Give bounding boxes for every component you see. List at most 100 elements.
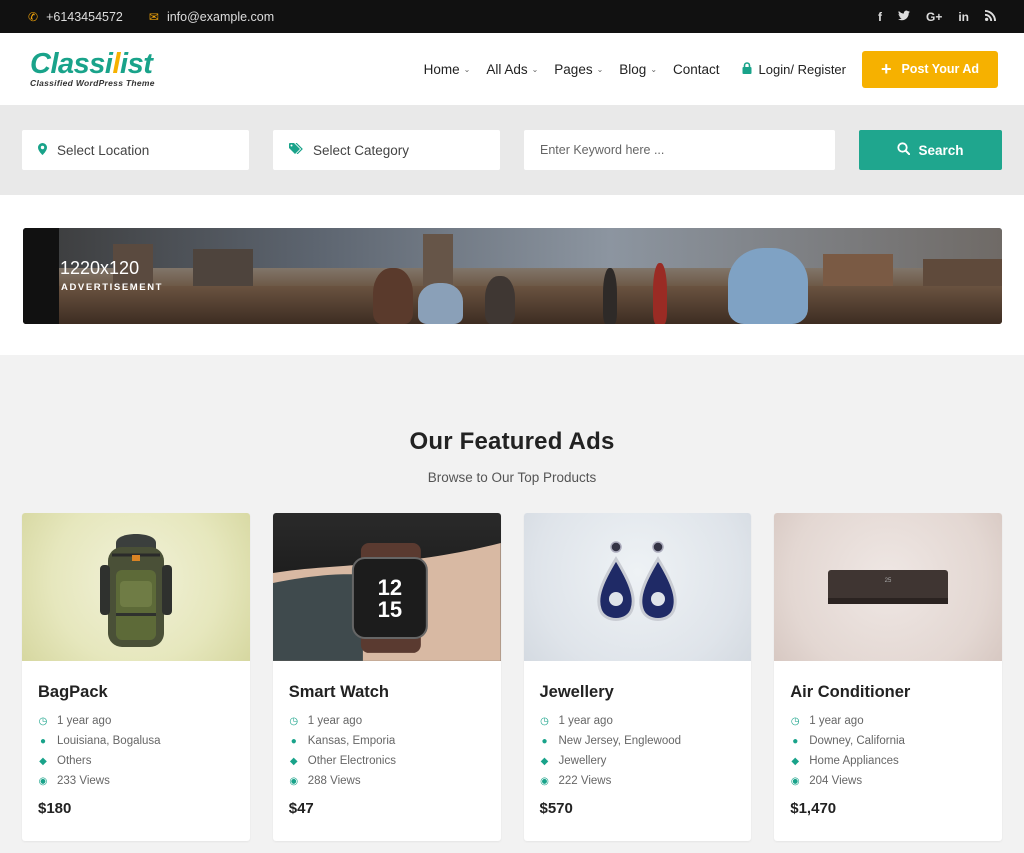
featured-cards: BagPack ◷ 1 year ago ● Louisiana, Bogalusa… (0, 485, 1024, 841)
ad-time-text: 1 year ago (558, 715, 613, 727)
ad-title[interactable]: Smart Watch (289, 683, 485, 702)
chevron-down-icon: ⌄ (463, 64, 471, 74)
ad-card[interactable]: 25 Air Conditioner ◷ 1 year ago ● Downey, … (774, 513, 1002, 841)
email-address: info@example.com (166, 9, 275, 24)
ad-views: ◉ 222 Views (540, 774, 736, 788)
tags-icon (289, 142, 303, 157)
ad-time: ◷ 1 year ago (790, 714, 986, 728)
chevron-down-icon: ⌄ (596, 64, 604, 74)
keyword-input[interactable] (540, 143, 819, 157)
banner-person (728, 248, 808, 324)
ad-image-jewellery[interactable] (523, 513, 752, 661)
site-logo[interactable]: Classilist Classified WordPress Theme (30, 48, 155, 89)
banner-person (485, 276, 515, 324)
clock-icon: ◷ (540, 715, 549, 727)
svg-text:25: 25 (885, 578, 892, 584)
banner-person (653, 263, 667, 324)
advertisement-banner[interactable]: 1220x120 ADVERTISEMENT (23, 228, 1002, 324)
tag-icon: ◆ (39, 755, 47, 767)
login-register-link[interactable]: Login/ Register (742, 62, 846, 77)
chevron-down-icon: ⌄ (531, 64, 539, 74)
featured-subtitle: Browse to Our Top Products (427, 470, 597, 485)
main-nav: Home ⌄ All Ads ⌄ Pages ⌄ Blog ⌄ Contact Logi… (416, 50, 998, 88)
eye-icon: ◉ (289, 775, 299, 787)
nav-contact[interactable]: Contact (665, 62, 728, 77)
location-select-label: Select Location (57, 142, 150, 158)
ad-title[interactable]: Air Conditioner (790, 683, 986, 702)
email-contact[interactable]: ✉ info@example.com (149, 10, 274, 24)
ad-price: $1,470 (790, 800, 837, 817)
ad-price: $180 (38, 800, 72, 817)
air-conditioner-icon: 25 (828, 570, 949, 604)
ad-category[interactable]: ◆ Jewellery (540, 754, 736, 768)
search-button[interactable]: Search (859, 130, 1002, 170)
ad-time: ◷ 1 year ago (540, 714, 736, 728)
ad-category[interactable]: ◆ Others (38, 754, 234, 768)
ad-time: ◷ 1 year ago (38, 714, 234, 728)
banner-person (418, 283, 463, 324)
clock-icon: ◷ (289, 715, 299, 727)
ad-views: ◉ 233 Views (38, 774, 234, 788)
ad-location: ● Kansas, Emporia (289, 734, 485, 748)
logo-tagline: Classified WordPress Theme (30, 78, 155, 88)
ad-category-text: Jewellery (558, 755, 607, 767)
ad-location: ● New Jersey, Englewood (540, 734, 736, 748)
banner-person (603, 268, 617, 324)
location-select[interactable]: Select Location (22, 130, 249, 170)
ad-category[interactable]: ◆ Home Appliances (790, 754, 986, 768)
ad-card[interactable]: BagPack ◷ 1 year ago ● Louisiana, Bogalusa… (22, 513, 250, 841)
phone-contact[interactable]: ✆ +6143454572 (28, 10, 123, 24)
phone-icon: ✆ (28, 9, 39, 24)
nav-all-ads[interactable]: All Ads ⌄ (478, 62, 546, 77)
ad-card[interactable]: Jewellery ◷ 1 year ago ● New Jersey, Engle… (523, 513, 752, 841)
earrings-icon (597, 541, 678, 621)
ad-views-text: 222 Views (558, 775, 612, 787)
twitter-icon[interactable] (897, 10, 910, 24)
ad-location-text: Downey, California (809, 735, 905, 747)
nav-contact-label: Contact (673, 61, 720, 77)
ad-image-air-conditioner[interactable]: 25 (774, 513, 1002, 661)
ad-views-text: 204 Views (809, 775, 863, 787)
post-your-ad-label: Post Your Ad (901, 62, 980, 76)
ad-card[interactable]: 12 15 Smart Watch ◷ 1 year ago ● Kansas, E… (272, 513, 501, 841)
nav-pages[interactable]: Pages ⌄ (546, 62, 611, 77)
phone-number: +6143454572 (46, 9, 123, 24)
tag-icon: ◆ (540, 755, 549, 767)
ad-section: 1220x120 ADVERTISEMENT (0, 195, 1024, 355)
backpack-icon (99, 533, 172, 647)
eye-icon: ◉ (38, 775, 48, 787)
ad-time-text: 1 year ago (809, 715, 864, 727)
site-header: Classilist Classified WordPress Theme Ho… (0, 33, 1024, 105)
ad-price: $47 (288, 800, 314, 817)
top-bar: ✆ +6143454572 ✉ info@example.com f G+ in (0, 0, 1024, 33)
category-select[interactable]: Select Category (273, 130, 500, 170)
post-your-ad-button[interactable]: + Post Your Ad (862, 50, 998, 88)
plus-icon: + (880, 59, 892, 79)
linkedin-icon[interactable]: in (958, 10, 969, 24)
nav-blog[interactable]: Blog ⌄ (611, 62, 665, 77)
ad-location-text: New Jersey, Englewood (558, 735, 682, 747)
ad-meta: ◷ 1 year ago ● New Jersey, Englewood ◆ Jewe… (540, 714, 736, 788)
ad-meta: ◷ 1 year ago ● Downey, California ◆ Home Ap… (790, 714, 986, 788)
facebook-icon[interactable]: f (878, 10, 882, 24)
map-marker-icon (38, 142, 47, 158)
ad-category[interactable]: ◆ Other Electronics (289, 754, 485, 768)
ad-views-text: 233 Views (57, 775, 110, 787)
ad-image-smart-watch[interactable]: 12 15 (272, 513, 501, 661)
google-plus-icon[interactable]: G+ (926, 10, 942, 24)
smart-watch-icon: 12 15 (272, 543, 501, 661)
ad-title[interactable]: Jewellery (540, 683, 736, 702)
nav-pages-label: Pages (554, 61, 593, 77)
keyword-field[interactable] (524, 130, 835, 170)
map-marker-icon: ● (290, 735, 297, 747)
nav-home-label: Home (423, 61, 460, 77)
ad-price: $570 (539, 800, 573, 817)
ad-image-backpack[interactable] (22, 513, 250, 661)
nav-home[interactable]: Home ⌄ (416, 62, 479, 77)
ad-title[interactable]: BagPack (38, 683, 234, 702)
nav-all-ads-label: All Ads (486, 61, 528, 77)
eye-icon: ◉ (790, 775, 800, 787)
logo-text-main: Classi (30, 48, 113, 80)
rss-icon[interactable] (985, 9, 996, 24)
map-marker-icon: ● (792, 735, 799, 747)
